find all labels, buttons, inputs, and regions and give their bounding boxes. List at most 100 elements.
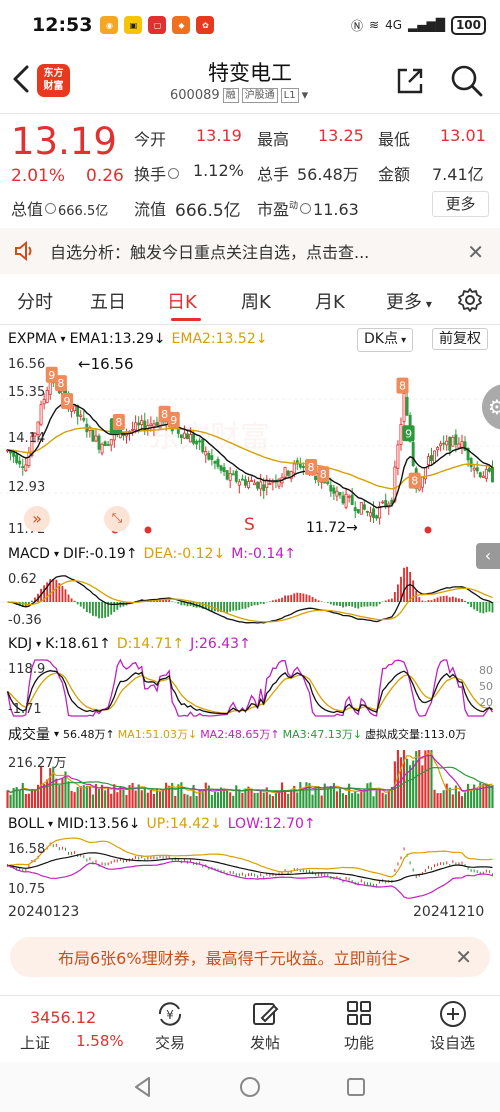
adjust-button[interactable]: 前复权: [432, 328, 488, 350]
price-axis-label: 12.93: [8, 480, 46, 495]
macd-selector[interactable]: MACD: [8, 546, 50, 562]
tab-more[interactable]: 更多 ▾: [386, 288, 432, 314]
volume-bar: [299, 782, 302, 808]
candle-body: [253, 482, 257, 486]
weibo-icon: ◉: [100, 16, 119, 34]
volume-bar: [430, 750, 433, 808]
system-recents-icon[interactable]: [345, 1076, 367, 1098]
volume-bar: [491, 785, 494, 808]
system-home-icon[interactable]: [239, 1076, 261, 1098]
watchlist-notice[interactable]: 自选分析：触发今日重点关注自选，点击查... ✕: [0, 228, 500, 274]
macd-chart: [0, 566, 500, 624]
volume-bar: [311, 794, 314, 808]
candle-body: [359, 502, 363, 515]
volume-bar: [235, 785, 238, 808]
candle-body: [259, 481, 263, 490]
volume-value: 56.48万↑: [63, 728, 115, 741]
kdj-j: J:26.43↑: [190, 636, 251, 652]
candle-body: [399, 423, 403, 445]
candle-body: [204, 451, 208, 456]
status-bar: 12:53 ◉ ▣ ▢ ◆ ✿ Ⓝ ≋ 4G ▂▄▆█ 100: [0, 0, 500, 50]
app-red-icon: ▢: [148, 16, 167, 34]
nav-add-watchlist[interactable]: 设自选: [430, 1000, 475, 1053]
expand-left-icon[interactable]: »: [24, 506, 50, 532]
close-icon[interactable]: ✕: [455, 945, 472, 969]
volume-selector[interactable]: 成交量: [8, 724, 50, 744]
candle-body: [231, 473, 235, 476]
info-icon[interactable]: [168, 168, 180, 179]
candle-body: [481, 475, 485, 478]
kdj-k: K:18.61↑: [45, 636, 111, 652]
kdj-level-50: 50: [479, 680, 493, 693]
volume-bar: [58, 784, 61, 808]
volume-bar: [387, 789, 390, 808]
volume-bar: [287, 793, 290, 808]
candle-body: [487, 467, 491, 472]
tab-monthly-k[interactable]: 月K: [315, 288, 345, 314]
candle-body: [332, 487, 336, 494]
volume-bar: [378, 788, 381, 808]
volume-bar: [341, 793, 345, 808]
volume-bar: [439, 793, 442, 808]
volume-bar: [351, 793, 354, 808]
promo-banner[interactable]: 布局6张6%理财券，最高得千元收益。立即前往> ✕: [10, 937, 490, 977]
sell-signal-marker: S: [244, 515, 255, 535]
candle-body: [475, 467, 479, 472]
info-icon[interactable]: [45, 203, 57, 214]
candle-body: [472, 467, 476, 471]
volume-header: 成交量 ▾ 56.48万↑ MA1:51.03万↓ MA2:48.65万↑ MA3…: [0, 723, 500, 745]
nav-post[interactable]: 发帖: [250, 1000, 280, 1053]
volume-bar: [406, 758, 409, 808]
volume-bar: [290, 789, 293, 808]
tab-intraday[interactable]: 分时: [17, 288, 53, 314]
expma-selector[interactable]: EXPMA: [8, 331, 57, 347]
candle-body: [73, 405, 77, 412]
ema1-value: EMA1:13.29↓: [69, 331, 166, 347]
volume-bar: [61, 777, 64, 808]
nav-trade[interactable]: ¥ 交易: [155, 1000, 185, 1053]
boll-header: BOLL ▾ MID:13.56↓ UP:14.42↓ LOW:12.70↑: [8, 816, 316, 832]
candle-body: [94, 435, 98, 442]
info-icon[interactable]: [300, 203, 312, 214]
kline-chart[interactable]: 东方财富 989988988898: [0, 352, 500, 540]
volume-bar: [427, 750, 430, 808]
tab-weekly-k[interactable]: 周K: [241, 288, 271, 314]
candle-body: [189, 434, 192, 443]
index-name: 上证: [20, 1034, 51, 1052]
stock-header: 东方 财富 特变电工 600089 融 沪股通 L1 ▾: [0, 50, 500, 112]
volume-bar: [91, 794, 94, 808]
volume-bar: [162, 789, 165, 808]
volume-bar: [302, 789, 305, 808]
nav-functions[interactable]: 功能: [344, 1000, 374, 1053]
boll-selector[interactable]: BOLL: [8, 816, 44, 832]
more-button[interactable]: 更多: [432, 191, 489, 217]
fullscreen-icon[interactable]: ⤡: [104, 506, 130, 532]
candle-body: [186, 433, 189, 440]
settings-gear-icon[interactable]: [457, 287, 483, 313]
candle-body: [210, 455, 214, 460]
search-icon[interactable]: [450, 64, 484, 98]
kdj-d-line: [7, 672, 493, 714]
candle-body: [234, 470, 238, 482]
candle-body: [70, 408, 74, 412]
dk-point-button[interactable]: DK点 ▾: [357, 328, 414, 352]
kdj-selector[interactable]: KDJ: [8, 636, 32, 652]
candle-body: [12, 451, 16, 457]
candle-body: [137, 422, 141, 426]
bottom-nav: 3456.12 上证 1.58% ¥ 交易 发帖 功能 设自选: [0, 996, 500, 1062]
share-icon[interactable]: [395, 66, 425, 96]
dropdown-icon[interactable]: ▾: [302, 88, 309, 103]
candle-body: [201, 439, 205, 453]
tab-five-day[interactable]: 五日: [90, 288, 126, 314]
level-tag[interactable]: L1: [280, 88, 299, 103]
volume-bar: [165, 782, 168, 808]
candle-body: [134, 422, 138, 431]
candle-body: [375, 515, 379, 519]
high-marker: ←16.56: [78, 355, 134, 373]
close-icon[interactable]: ✕: [467, 240, 484, 264]
volume-bar: [46, 779, 49, 808]
low-value: 13.01: [440, 126, 486, 145]
tab-daily-k[interactable]: 日K: [167, 288, 197, 314]
system-back-icon[interactable]: [133, 1076, 153, 1098]
status-time: 12:53: [32, 14, 93, 36]
